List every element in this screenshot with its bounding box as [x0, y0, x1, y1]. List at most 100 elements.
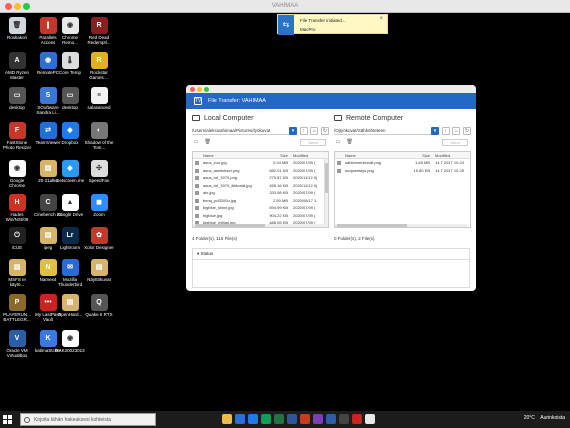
desktop-icon[interactable]: ◆ Dropbox	[55, 122, 85, 145]
taskbar-app-icon[interactable]	[287, 414, 297, 424]
desktop-icon[interactable]: Lr Lightroom	[55, 227, 85, 250]
desktop-icon-label: MSFS ei käytö...	[8, 277, 26, 287]
desktop-icon[interactable]: F FastStone Photo Resizer	[2, 122, 32, 150]
file-transfer-titlebar	[186, 85, 476, 93]
local-refresh-button[interactable]: ↻	[321, 127, 329, 135]
local-send-button[interactable]: Send	[300, 139, 326, 146]
taskbar-app-icon[interactable]	[352, 414, 362, 424]
local-file-row[interactable]: bigblue_kiinni.jpg 694.99 KB 2020/07/09 (	[193, 204, 328, 212]
local-up-folder-button[interactable]: ↑	[299, 127, 308, 135]
desktop-icon[interactable]: ▲ Google Drive	[55, 194, 85, 217]
computer-icon	[334, 115, 342, 122]
local-horizontal-scrollbar[interactable]	[193, 224, 325, 227]
remote-new-folder-icon[interactable]: ▭	[334, 139, 342, 146]
local-file-row[interactable]: asus_tuf_3070_liitännät.jpg 455.16 KB 2020…	[193, 182, 328, 190]
taskbar-app-icon[interactable]	[235, 414, 245, 424]
remote-horizontal-scrollbar[interactable]	[335, 224, 467, 227]
desktop-icon[interactable]: ✣ SpeedFan	[84, 160, 114, 183]
local-file-row[interactable]: benq_pd3200u.jpg 2.50 MB 2020/08/17 1	[193, 197, 328, 205]
local-col-name[interactable]: Name	[203, 152, 214, 159]
window-title: VAHIMAA	[271, 3, 299, 9]
remote-item-count: 0 Folder(s), 2 File(s)	[334, 236, 375, 241]
weather-temp[interactable]: 20°C	[524, 415, 535, 421]
file-icon	[195, 191, 199, 195]
desktop-icon[interactable]: ▭ desktop	[2, 87, 32, 110]
desktop-icon[interactable]: V Oracle VM VirtualBox	[2, 330, 32, 358]
taskbar-app-icon[interactable]	[339, 414, 349, 424]
local-delete-icon[interactable]: 🗑	[204, 139, 212, 146]
desktop-icon[interactable]: ◉ RAK20023013	[55, 330, 85, 353]
remote-file-row[interactable]: suojaeristys.png 15.80 KB 14.7.2017 10.25	[335, 167, 470, 175]
remote-path-dropdown-button[interactable]: ▾	[430, 127, 439, 135]
taskbar-app-icon[interactable]	[248, 414, 258, 424]
local-path-field[interactable]: /Users/aleksivahimaa/Pictures/työkuvat	[192, 128, 290, 135]
transfer-notification[interactable]: ⇆ File Transfer initiated... × MacPro	[277, 14, 388, 35]
desktop-icon[interactable]: ◉ Chrome Remo...	[55, 17, 85, 45]
desktop-icon[interactable]: 🗑 Roskakori	[2, 17, 32, 40]
local-new-folder-icon[interactable]: ▭	[192, 139, 200, 146]
local-path-dropdown-button[interactable]: ▾	[288, 127, 297, 135]
desktop-icon[interactable]: A AMD Ryzen Master	[2, 52, 32, 80]
desktop-icon[interactable]: ◈ Getscreen.me	[55, 160, 85, 183]
desktop-icon[interactable]: ✉ Mozilla Thunderbird	[55, 259, 85, 287]
local-vertical-scrollbar[interactable]	[324, 159, 328, 227]
desktop-icon[interactable]: ▤ Näyttökuvat	[84, 259, 114, 282]
taskbar-app-icon[interactable]	[222, 414, 232, 424]
ft-close-button[interactable]	[190, 86, 195, 92]
remote-path-field[interactable]: /Ojtyökuvat/Sähköhteteen	[334, 128, 432, 135]
desktop-icon[interactable]: ≡ salasanoed	[84, 87, 114, 110]
taskbar-app-icon[interactable]	[261, 414, 271, 424]
local-col-size[interactable]: Size	[263, 152, 288, 159]
remote-file-row[interactable]: sähkömerkinnät.png 1.65 MB 14.7.2017 10.24	[335, 159, 470, 167]
taskbar-app-icon[interactable]	[365, 414, 375, 424]
remote-col-size[interactable]: Size	[405, 152, 430, 159]
taskbar-app-icon[interactable]	[313, 414, 323, 424]
desktop-icon-label: FastStone Photo Resizer	[2, 140, 32, 150]
notification-close-button[interactable]: ×	[379, 16, 383, 22]
remote-title: Remote Computer	[334, 115, 403, 122]
app-icon: A	[8, 52, 26, 69]
desktop-icon[interactable]: ✿ Xolor Designer	[84, 227, 114, 250]
remote-col-modified[interactable]: Modified	[435, 152, 450, 159]
ft-minimize-button[interactable]	[197, 86, 202, 92]
desktop-icon[interactable]: Q Quake II RTX	[84, 294, 114, 317]
taskbar-search-input[interactable]: Kirjoita tähän hakeaksesi kohteista	[20, 413, 156, 426]
taskbar-app-icon[interactable]	[326, 414, 336, 424]
remote-delete-icon[interactable]: 🗑	[346, 139, 354, 146]
desktop-icon[interactable]: ◐ Shadow of the Tom...	[84, 122, 114, 150]
desktop-icon[interactable]: ▤ MSFS ei käytö...	[2, 259, 32, 287]
desktop-icon[interactable]: ◼ Zoom	[84, 194, 114, 217]
file-modified: 2020/08/17 1	[293, 197, 317, 203]
windows-start-icon[interactable]	[3, 415, 12, 424]
desktop-icon[interactable]: ◉ Google Chrome	[2, 160, 32, 188]
local-file-row[interactable]: atx.jpg 333.98 KB 2020/07/09 (	[193, 189, 328, 197]
ft-zoom-button[interactable]	[204, 86, 209, 92]
taskbar-app-icon[interactable]	[274, 414, 284, 424]
desktop-icon[interactable]: ⏻ iCUE	[2, 227, 32, 250]
desktop-icon[interactable]: ▭ desktop	[55, 87, 85, 110]
remote-send-button[interactable]: Send	[442, 139, 468, 146]
desktop-icon[interactable]: R Rockstar Games ...	[84, 52, 114, 80]
status-header[interactable]: ▾ Status	[193, 249, 469, 260]
weather-desc[interactable]: Aurinkoista	[540, 415, 565, 421]
app-icon: ◼	[90, 194, 108, 211]
remote-refresh-button[interactable]: ↻	[463, 127, 471, 135]
desktop-icon[interactable]: ▤ OpenHard...	[55, 294, 85, 317]
file-modified: 2020/07/09 (	[293, 212, 316, 218]
remote-home-button[interactable]: ⌂	[452, 127, 461, 135]
local-file-row[interactable]: bigblue.jpg 904.22 KB 2020/07/09 (	[193, 212, 328, 220]
desktop-icon[interactable]: R Red Dead Redemptl...	[84, 17, 114, 45]
local-col-modified[interactable]: Modified	[293, 152, 308, 159]
desktop-icon[interactable]: P PLAYERUN... BATTLEGR...	[2, 294, 32, 322]
desktop-icon[interactable]: H Hades Win/NSI/08	[2, 194, 32, 222]
remote-up-folder-button[interactable]: ↑	[441, 127, 450, 135]
computer-icon	[192, 115, 200, 122]
local-file-row[interactable]: asus_zuo.jpg 0.34 MB 2020/07/09 (	[193, 159, 328, 167]
desktop-icon[interactable]: 🌡 Core Temp	[55, 52, 85, 75]
local-file-row[interactable]: asus_tuf_3070.png 279.87 KB 2020/11/12 0(	[193, 174, 328, 182]
app-icon: C	[39, 194, 57, 211]
local-home-button[interactable]: ⌂	[310, 127, 319, 135]
local-file-row[interactable]: asus_aseitukset.png 682.01 KB 2020/07/09 (	[193, 167, 328, 175]
taskbar-app-icon[interactable]	[300, 414, 310, 424]
remote-col-name[interactable]: Name	[345, 152, 356, 159]
